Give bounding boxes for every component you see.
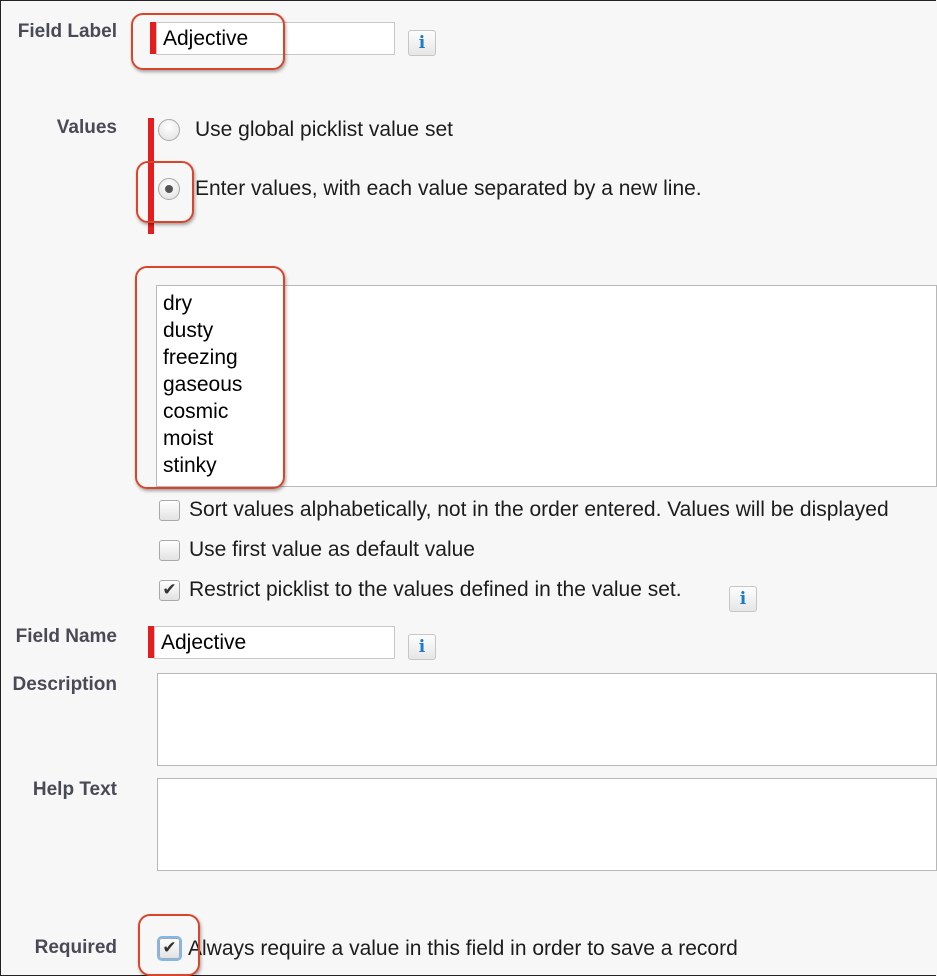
value-item: dry	[163, 292, 193, 315]
info-icon[interactable]: i	[408, 30, 436, 56]
radio-global-picklist[interactable]	[158, 119, 180, 141]
field-label-label: Field Label	[17, 21, 117, 42]
restrict-picklist-label: Restrict picklist to the values defined …	[189, 578, 682, 601]
restrict-picklist-checkbox[interactable]: ✔	[159, 580, 180, 601]
value-item: stinky	[163, 454, 217, 477]
values-list: dry dusty freezing gaseous cosmic moist …	[163, 290, 242, 479]
required-checkbox-label: Always require a value in this field in …	[188, 937, 738, 960]
default-value-checkbox[interactable]	[159, 540, 180, 561]
radio-selected-dot	[165, 185, 173, 193]
required-label: Required	[34, 937, 117, 958]
sort-alphabetically-label: Sort values alphabetically, not in the o…	[189, 498, 889, 521]
field-label-input[interactable]: Adjective	[156, 22, 395, 55]
info-icon[interactable]: i	[729, 586, 757, 612]
field-name-input[interactable]: Adjective	[154, 626, 395, 659]
required-indicator	[148, 118, 154, 234]
values-label: Values	[56, 117, 117, 138]
info-icon[interactable]: i	[408, 634, 436, 660]
default-value-label: Use first value as default value	[189, 538, 475, 561]
sort-alphabetically-checkbox[interactable]	[159, 500, 180, 521]
description-textarea[interactable]	[157, 673, 937, 766]
values-textarea[interactable]	[156, 285, 937, 487]
required-checkbox[interactable]: ✔	[159, 938, 180, 959]
help-text-textarea[interactable]	[157, 778, 937, 871]
value-item: freezing	[163, 346, 238, 369]
value-item: dusty	[163, 319, 214, 342]
help-text-label: Help Text	[32, 779, 117, 800]
field-name-label: Field Name	[15, 626, 117, 647]
value-item: cosmic	[163, 400, 229, 423]
value-item: gaseous	[163, 373, 243, 396]
value-item: moist	[163, 427, 214, 450]
radio-enter-values-label: Enter values, with each value separated …	[195, 177, 702, 200]
description-label: Description	[12, 674, 117, 695]
radio-global-picklist-label: Use global picklist value set	[195, 118, 453, 141]
radio-enter-values[interactable]	[158, 178, 180, 200]
